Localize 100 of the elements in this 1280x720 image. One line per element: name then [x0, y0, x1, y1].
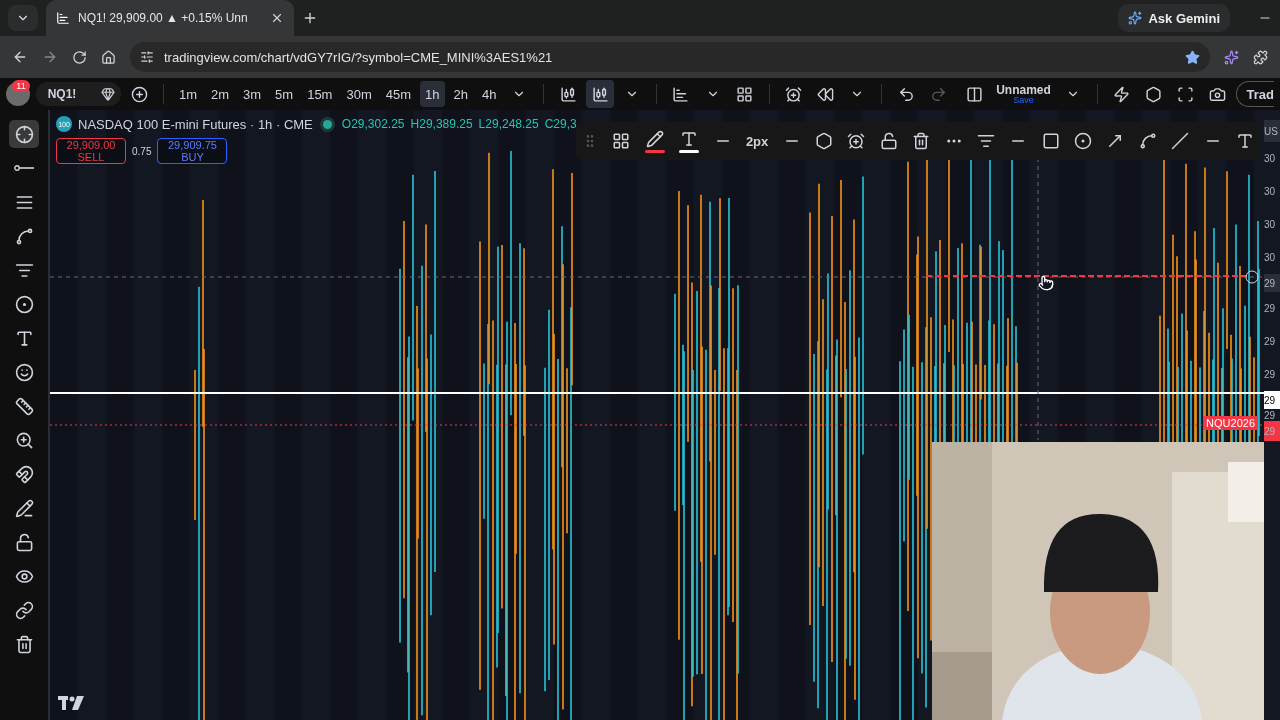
interval-button[interactable]: 4h: [477, 81, 502, 107]
price-label: 29: [1264, 335, 1277, 349]
interval-button[interactable]: 30m: [341, 81, 377, 107]
camera-icon: [1209, 85, 1226, 103]
text-icon: [14, 328, 34, 348]
price-label: 29: [1264, 274, 1280, 292]
color-swatch: [679, 149, 700, 153]
undo-icon: [897, 85, 915, 103]
settings-icon[interactable]: [815, 132, 834, 150]
extension-icon[interactable]: [1224, 49, 1239, 65]
zoom-icon: [14, 430, 34, 450]
crosshair-tool[interactable]: [9, 120, 39, 148]
bookmark-star-icon[interactable]: [1185, 49, 1200, 65]
interval-button[interactable]: 2m: [205, 81, 235, 107]
layout-button[interactable]: Unnamed Save: [992, 83, 1055, 105]
back-icon[interactable]: [12, 49, 28, 65]
alarm-icon: [784, 85, 802, 103]
price-label: 29: [1264, 391, 1280, 409]
symbol-title: NASDAQ 100 E-mini Futures · 1h · CME: [78, 116, 313, 132]
layout-name: Unnamed: [996, 83, 1051, 96]
ohlc-value: L29,248.25: [478, 117, 539, 131]
candles-icon: [559, 85, 577, 103]
hand-cursor-icon: [1038, 275, 1054, 291]
spread-value: 0.75: [132, 145, 152, 157]
lines-icon[interactable]: [976, 132, 995, 150]
notification-badge: 11: [12, 80, 30, 92]
interval-button[interactable]: 1h: [420, 81, 445, 107]
pencil-icon: [645, 129, 664, 148]
gemini-button[interactable]: Ask Gemini: [1118, 4, 1230, 32]
alarm-icon[interactable]: [847, 132, 866, 150]
slash-icon[interactable]: [1171, 132, 1190, 150]
price-label: 29: [1264, 302, 1277, 316]
lightning-icon: [1113, 85, 1130, 103]
symbol-search[interactable]: NQ1!: [35, 82, 122, 106]
interval-button[interactable]: 1m: [173, 81, 202, 107]
color-swatch: [644, 149, 665, 153]
price-label: 29: [1264, 368, 1277, 382]
ruler-icon: [14, 396, 34, 416]
save-link[interactable]: Save: [1013, 95, 1034, 105]
fullscreen-icon: [1177, 85, 1194, 103]
line-width-button[interactable]: 2px: [745, 133, 769, 149]
interval-button[interactable]: 2h: [448, 81, 473, 107]
circle-icon[interactable]: [1074, 132, 1093, 150]
text-icon[interactable]: [1235, 132, 1254, 150]
status-dot: [322, 119, 332, 129]
ohlc-value: O29,302.25: [341, 117, 405, 131]
rewind-icon: [816, 85, 834, 103]
interval-button[interactable]: 15m: [302, 81, 338, 107]
interval-button[interactable]: 45m: [380, 81, 417, 107]
rectangle-icon[interactable]: [1041, 132, 1060, 150]
contract-tag: NQU2026: [1203, 416, 1258, 430]
text-color-button[interactable]: [679, 129, 700, 153]
candles-button[interactable]: [586, 80, 615, 108]
site-icon: [56, 11, 70, 25]
logo-icon: [58, 696, 84, 710]
redo-icon: [929, 85, 947, 103]
grid-icon: [736, 85, 754, 103]
price-label: 29: [1264, 421, 1280, 441]
magnet-icon: [14, 464, 34, 484]
text-icon: [680, 129, 699, 148]
price-label: 30: [1264, 185, 1277, 199]
home-icon[interactable]: [101, 49, 116, 65]
templates-icon[interactable]: [612, 132, 631, 150]
price-label: 30: [1264, 251, 1277, 265]
circle-icon: [14, 294, 34, 314]
sell-button[interactable]: 29,909.00 SELL: [56, 138, 126, 164]
lock-icon[interactable]: [879, 132, 898, 150]
address-field[interactable]: tradingview.com/chart/vdGY7rIG/?symbol=CME_MINI%3AES1%21: [130, 42, 1210, 72]
curve-icon[interactable]: [1138, 132, 1157, 150]
ohlc-value: C29,3: [544, 117, 577, 131]
trash-icon: [14, 634, 34, 654]
ohlc-value: H29,389.25: [410, 117, 473, 131]
lock-icon: [14, 532, 34, 552]
trash-icon[interactable]: [912, 132, 931, 150]
columns-icon: [965, 85, 983, 103]
smiley-icon: [14, 362, 34, 382]
extension-icon[interactable]: [1253, 49, 1268, 65]
price-label: 30: [1264, 152, 1277, 166]
price-label: 29: [1264, 409, 1277, 421]
interval-button[interactable]: 3m: [238, 81, 267, 107]
symbol-text: NQ1!: [47, 87, 77, 101]
line-icon: [14, 165, 34, 171]
settings-icon: [1145, 85, 1162, 103]
sparkle-icon: [1128, 11, 1143, 25]
interval-button[interactable]: 5m: [270, 81, 299, 107]
buy-button[interactable]: 29,909.75 BUY: [157, 138, 228, 164]
link-icon: [14, 600, 34, 620]
site-settings-icon[interactable]: [140, 50, 154, 64]
reload-icon[interactable]: [72, 49, 87, 65]
add-symbol-icon: [130, 85, 148, 103]
currency-label: US: [1264, 120, 1280, 142]
tab-title[interactable]: NQ1! 29,909.00 ▲ +0.15% Unn: [78, 11, 248, 25]
price-label: 30: [1264, 218, 1277, 232]
pencil-color-button[interactable]: [644, 129, 665, 153]
url-text: tradingview.com/chart/vdGY7rIG/?symbol=CME_MINI%3AES1%21: [164, 49, 554, 65]
candles-icon: [591, 85, 609, 103]
pencil-icon: [14, 498, 34, 518]
diamond-icon: [101, 87, 116, 101]
curve-icon: [14, 226, 34, 246]
forward-icon[interactable]: [42, 49, 58, 65]
